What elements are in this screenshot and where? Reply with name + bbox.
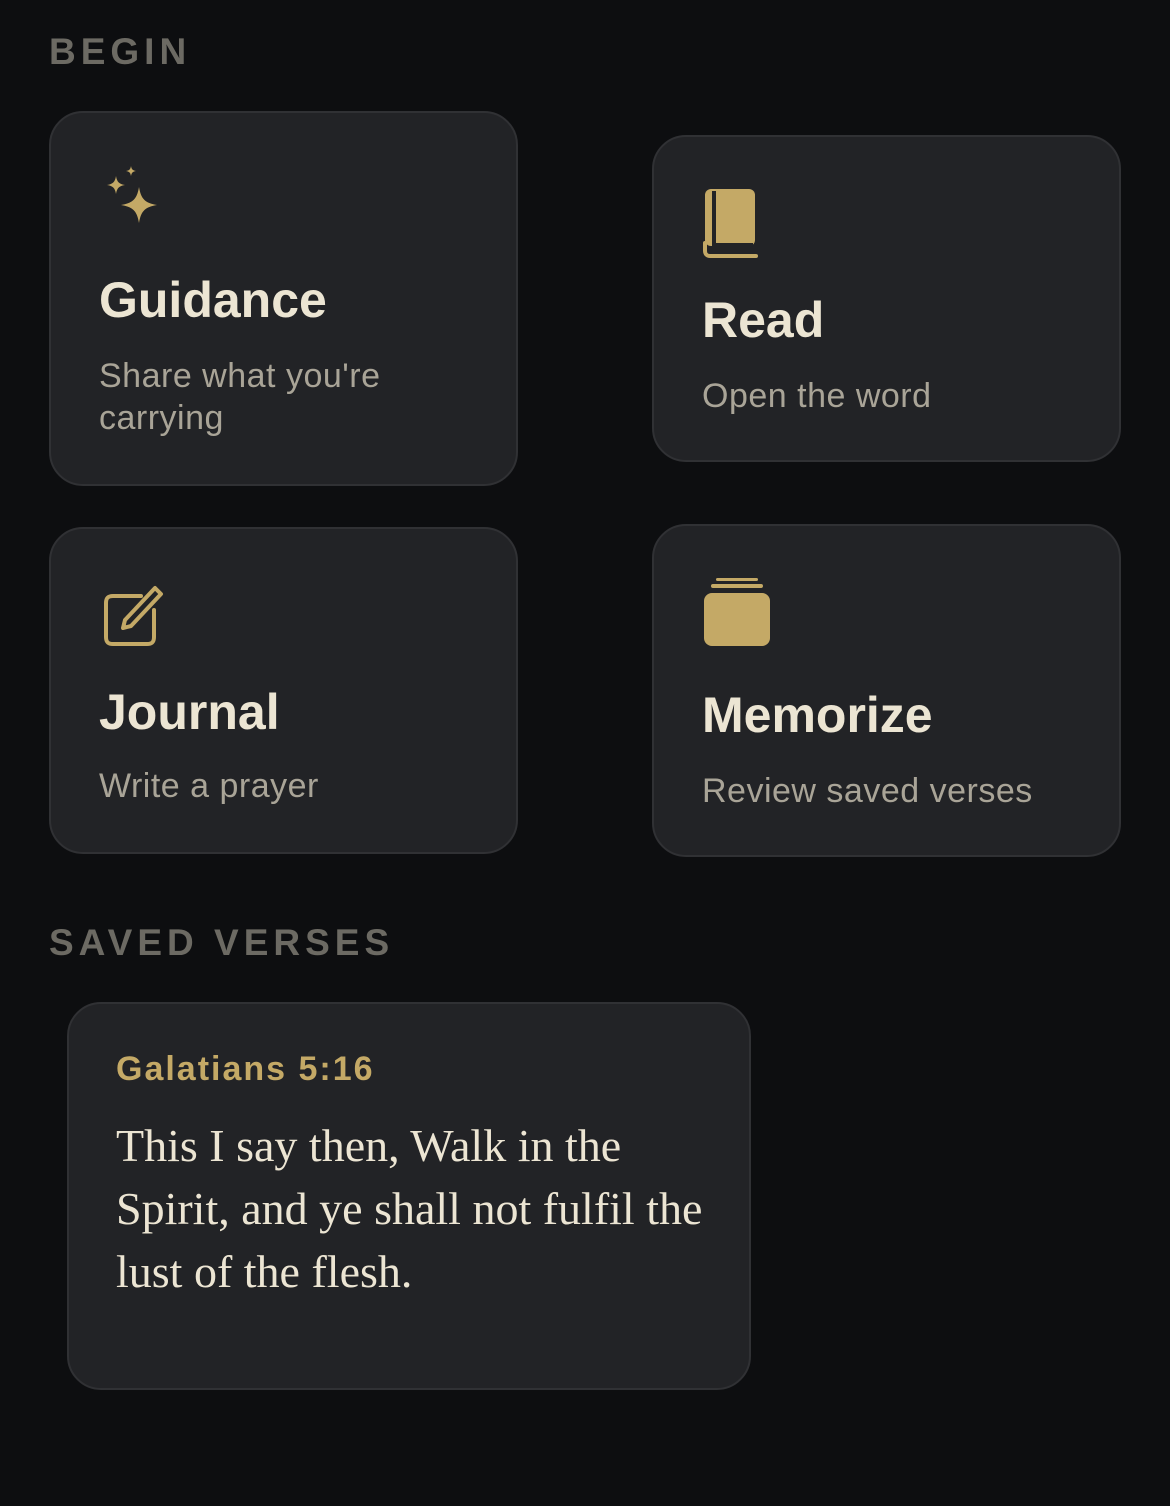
saved-verse-card[interactable]: Galatians 5:16 This I say then, Walk in …: [67, 1002, 751, 1390]
journal-card[interactable]: Journal Write a prayer: [49, 527, 518, 854]
square-pencil-icon: [104, 586, 163, 646]
guidance-card[interactable]: Guidance Share what you're carrying: [49, 111, 518, 486]
journal-subtitle: Write a prayer: [99, 767, 319, 805]
memorize-title: Memorize: [702, 687, 933, 743]
read-title: Read: [702, 292, 825, 348]
guidance-subtitle: Share what you're carrying: [99, 357, 381, 437]
sparkles-icon: [107, 166, 157, 223]
journal-title: Journal: [99, 684, 280, 740]
verse-reference: Galatians 5:16: [116, 1050, 375, 1088]
saved-verses-section-label: SAVED VERSES: [49, 922, 395, 963]
book-icon: [703, 189, 758, 258]
stacked-cards-icon: [704, 578, 770, 646]
guidance-title: Guidance: [99, 272, 327, 328]
begin-section-label: BEGIN: [49, 31, 192, 72]
memorize-card[interactable]: Memorize Review saved verses: [652, 524, 1121, 857]
read-subtitle: Open the word: [702, 377, 932, 415]
read-card[interactable]: Read Open the word: [652, 135, 1121, 462]
verse-text: This I say then, Walk in the Spirit, and…: [116, 1120, 703, 1297]
memorize-subtitle: Review saved verses: [702, 772, 1033, 810]
